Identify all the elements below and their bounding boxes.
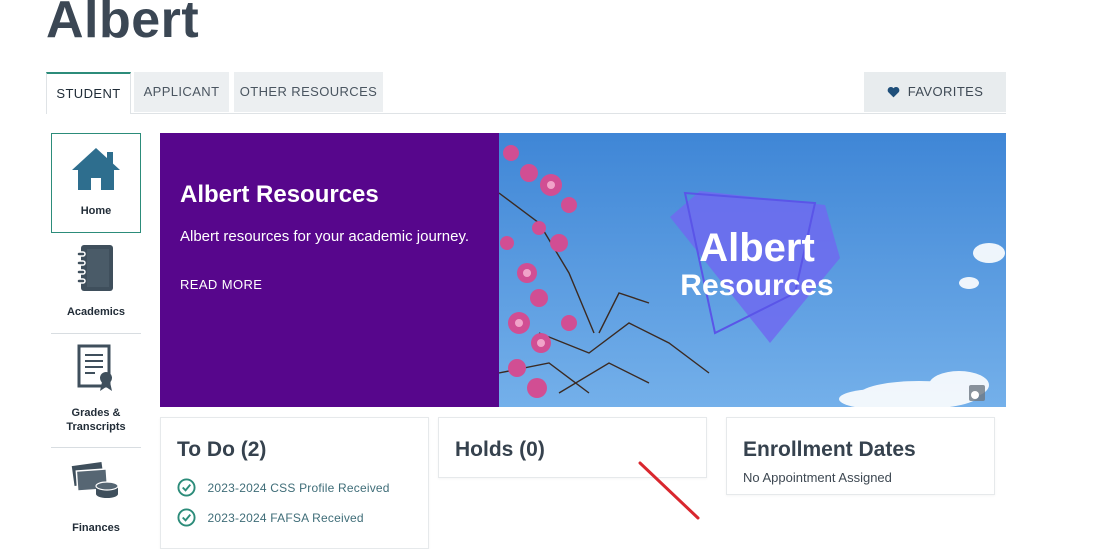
sidebar-item-label: Finances bbox=[72, 522, 120, 534]
heart-icon bbox=[887, 84, 908, 99]
todo-title: To Do (2) bbox=[177, 438, 267, 461]
tab-other-resources[interactable]: OTHER RESOURCES bbox=[234, 72, 383, 112]
top-tab-bar: STUDENT APPLICANT OTHER RESOURCES FAVORI… bbox=[46, 72, 1006, 114]
sidebar-item-label-line1: Grades & bbox=[71, 407, 121, 419]
todo-item[interactable]: 2023-2024 FAFSA Received bbox=[177, 508, 364, 527]
sidebar-item-academics[interactable]: Academics bbox=[51, 233, 141, 333]
hero-banner: Albert Resources Albert resources for yo… bbox=[160, 133, 1006, 407]
app-title: Albert bbox=[46, 0, 200, 49]
enrollment-card: Enrollment Dates No Appointment Assigned bbox=[726, 417, 995, 495]
favorites-button[interactable]: FAVORITES bbox=[864, 72, 1006, 112]
todo-card: To Do (2) 2023-2024 CSS Profile Received… bbox=[160, 417, 429, 549]
sidebar: Home Academics Grades & Transcripts Fina… bbox=[51, 133, 141, 538]
hero-text-panel: Albert Resources Albert resources for yo… bbox=[160, 133, 499, 407]
tab-applicant[interactable]: APPLICANT bbox=[134, 72, 229, 112]
sidebar-item-grades-transcripts[interactable]: Grades & Transcripts bbox=[51, 334, 141, 447]
logo-line2: Resources bbox=[680, 269, 833, 302]
read-more-link[interactable]: READ MORE bbox=[180, 277, 262, 292]
hero-image: Albert Resources bbox=[499, 133, 1006, 407]
tab-student[interactable]: STUDENT bbox=[46, 72, 131, 114]
check-circle-icon bbox=[177, 478, 208, 497]
todo-item[interactable]: 2023-2024 CSS Profile Received bbox=[177, 478, 390, 497]
annotation-mark bbox=[638, 461, 700, 520]
enrollment-title: Enrollment Dates bbox=[743, 438, 916, 461]
notebook-icon bbox=[51, 243, 141, 296]
enrollment-subtitle: No Appointment Assigned bbox=[743, 470, 892, 485]
hero-description: Albert resources for your academic journ… bbox=[180, 228, 470, 245]
todo-item-label: 2023-2024 FAFSA Received bbox=[207, 511, 364, 525]
holds-title: Holds (0) bbox=[455, 438, 545, 461]
sidebar-item-label: Home bbox=[80, 205, 112, 217]
favorites-label: FAVORITES bbox=[907, 84, 984, 99]
sidebar-item-home[interactable]: Home bbox=[51, 133, 141, 233]
sidebar-item-label-line2: Transcripts bbox=[66, 421, 126, 433]
money-icon bbox=[51, 460, 141, 505]
hero-title: Albert Resources bbox=[180, 181, 379, 208]
home-icon bbox=[52, 146, 140, 195]
logo-line1: Albert bbox=[699, 226, 815, 270]
todo-item-label: 2023-2024 CSS Profile Received bbox=[207, 481, 390, 495]
certificate-icon bbox=[51, 344, 141, 395]
check-circle-icon bbox=[177, 508, 208, 527]
sidebar-item-finances[interactable]: Finances bbox=[51, 448, 141, 538]
sidebar-item-label: Academics bbox=[66, 306, 126, 318]
